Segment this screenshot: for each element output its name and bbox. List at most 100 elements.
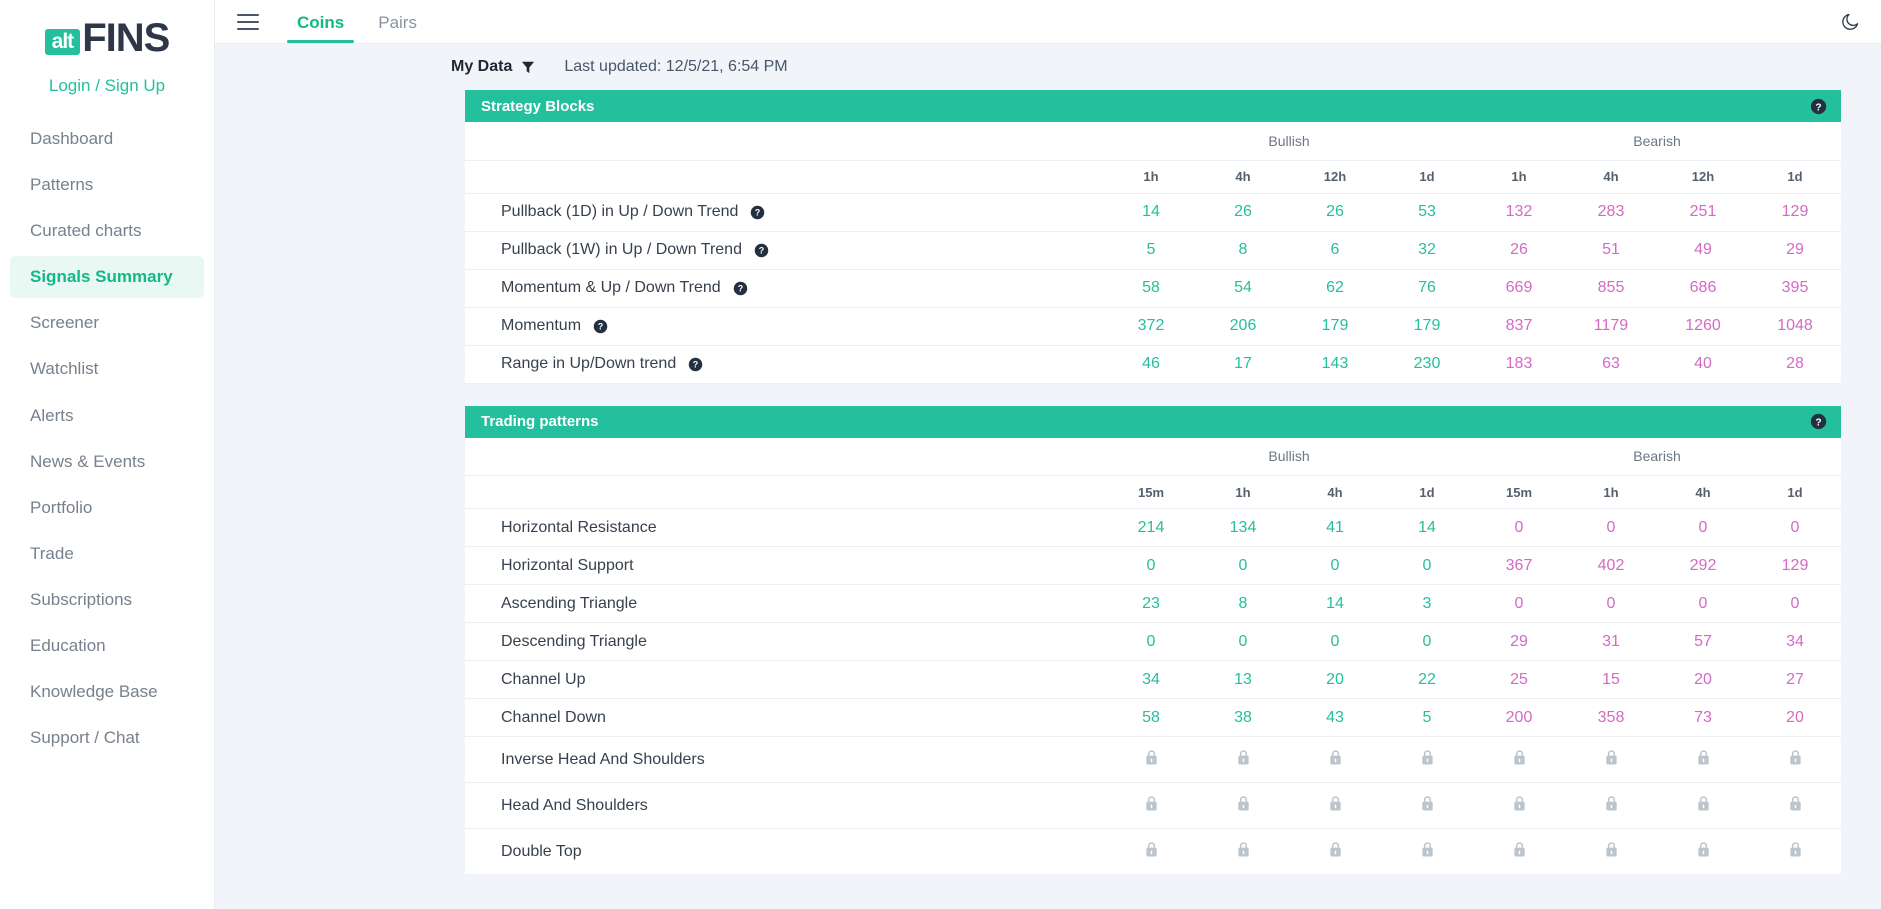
sidebar-item-portfolio[interactable]: Portfolio xyxy=(10,487,204,529)
sidebar-item-news-events[interactable]: News & Events xyxy=(10,441,204,483)
bullish-value-cell[interactable]: 0 xyxy=(1381,623,1473,661)
tab-coins[interactable]: Coins xyxy=(287,2,355,43)
bullish-value-cell[interactable]: 38 xyxy=(1197,699,1289,737)
bearish-value-cell[interactable]: 15 xyxy=(1565,661,1657,699)
sidebar-item-screener[interactable]: Screener xyxy=(10,302,204,344)
bearish-value-cell[interactable]: 20 xyxy=(1749,699,1841,737)
bearish-value-cell[interactable]: 1048 xyxy=(1749,307,1841,345)
question-circle-icon[interactable]: ? xyxy=(750,205,765,220)
bullish-value-cell[interactable]: 76 xyxy=(1381,269,1473,307)
bearish-value-cell[interactable]: 251 xyxy=(1657,193,1749,231)
bullish-value-cell[interactable]: 0 xyxy=(1105,623,1197,661)
bearish-value-cell[interactable]: 0 xyxy=(1749,509,1841,547)
bearish-value-cell[interactable]: 402 xyxy=(1565,547,1657,585)
bullish-value-cell[interactable]: 5 xyxy=(1381,699,1473,737)
bullish-value-cell[interactable]: 14 xyxy=(1289,585,1381,623)
bullish-value-cell[interactable]: 214 xyxy=(1105,509,1197,547)
bearish-value-cell[interactable]: 29 xyxy=(1473,623,1565,661)
bullish-value-cell[interactable]: 23 xyxy=(1105,585,1197,623)
bearish-value-cell[interactable]: 1179 xyxy=(1565,307,1657,345)
sidebar-item-patterns[interactable]: Patterns xyxy=(10,164,204,206)
bullish-value-cell[interactable]: 41 xyxy=(1289,509,1381,547)
bearish-value-cell[interactable]: 73 xyxy=(1657,699,1749,737)
bullish-value-cell[interactable]: 62 xyxy=(1289,269,1381,307)
bearish-value-cell[interactable]: 132 xyxy=(1473,193,1565,231)
bearish-value-cell[interactable]: 200 xyxy=(1473,699,1565,737)
bullish-value-cell[interactable]: 0 xyxy=(1289,547,1381,585)
bullish-value-cell[interactable]: 0 xyxy=(1197,623,1289,661)
bullish-value-cell[interactable]: 6 xyxy=(1289,231,1381,269)
bearish-value-cell[interactable]: 0 xyxy=(1473,509,1565,547)
bullish-value-cell[interactable]: 34 xyxy=(1105,661,1197,699)
bullish-value-cell[interactable]: 143 xyxy=(1289,345,1381,383)
bearish-value-cell[interactable]: 0 xyxy=(1657,585,1749,623)
bearish-value-cell[interactable]: 51 xyxy=(1565,231,1657,269)
bullish-value-cell[interactable]: 43 xyxy=(1289,699,1381,737)
bearish-value-cell[interactable]: 57 xyxy=(1657,623,1749,661)
bullish-value-cell[interactable]: 134 xyxy=(1197,509,1289,547)
bullish-value-cell[interactable]: 8 xyxy=(1197,585,1289,623)
question-circle-icon[interactable]: ? xyxy=(688,357,703,372)
bullish-value-cell[interactable]: 179 xyxy=(1289,307,1381,345)
bullish-value-cell[interactable]: 32 xyxy=(1381,231,1473,269)
bearish-value-cell[interactable]: 283 xyxy=(1565,193,1657,231)
bearish-value-cell[interactable]: 358 xyxy=(1565,699,1657,737)
sidebar-item-knowledge-base[interactable]: Knowledge Base xyxy=(10,671,204,713)
bearish-value-cell[interactable]: 27 xyxy=(1749,661,1841,699)
bullish-value-cell[interactable]: 54 xyxy=(1197,269,1289,307)
question-circle-icon[interactable]: ? xyxy=(754,243,769,258)
bearish-value-cell[interactable]: 395 xyxy=(1749,269,1841,307)
bullish-value-cell[interactable]: 58 xyxy=(1105,699,1197,737)
bearish-value-cell[interactable]: 0 xyxy=(1565,585,1657,623)
bullish-value-cell[interactable]: 17 xyxy=(1197,345,1289,383)
bullish-value-cell[interactable]: 206 xyxy=(1197,307,1289,345)
bullish-value-cell[interactable]: 372 xyxy=(1105,307,1197,345)
bearish-value-cell[interactable]: 40 xyxy=(1657,345,1749,383)
bearish-value-cell[interactable]: 292 xyxy=(1657,547,1749,585)
bullish-value-cell[interactable]: 58 xyxy=(1105,269,1197,307)
bearish-value-cell[interactable]: 49 xyxy=(1657,231,1749,269)
bearish-value-cell[interactable]: 129 xyxy=(1749,547,1841,585)
bearish-value-cell[interactable]: 0 xyxy=(1473,585,1565,623)
bullish-value-cell[interactable]: 0 xyxy=(1381,547,1473,585)
bullish-value-cell[interactable]: 22 xyxy=(1381,661,1473,699)
bearish-value-cell[interactable]: 1260 xyxy=(1657,307,1749,345)
my-data-filter-button[interactable]: My Data xyxy=(451,58,535,76)
moon-icon[interactable] xyxy=(1840,11,1861,32)
bearish-value-cell[interactable]: 0 xyxy=(1749,585,1841,623)
bearish-value-cell[interactable]: 0 xyxy=(1657,509,1749,547)
bullish-value-cell[interactable]: 0 xyxy=(1289,623,1381,661)
hamburger-icon[interactable] xyxy=(237,13,259,30)
bearish-value-cell[interactable]: 367 xyxy=(1473,547,1565,585)
sidebar-item-subscriptions[interactable]: Subscriptions xyxy=(10,579,204,621)
bearish-value-cell[interactable]: 31 xyxy=(1565,623,1657,661)
sidebar-item-watchlist[interactable]: Watchlist xyxy=(10,348,204,390)
bullish-value-cell[interactable]: 26 xyxy=(1197,193,1289,231)
bullish-value-cell[interactable]: 26 xyxy=(1289,193,1381,231)
login-signup-link[interactable]: Login / Sign Up xyxy=(0,62,214,116)
bullish-value-cell[interactable]: 46 xyxy=(1105,345,1197,383)
bullish-value-cell[interactable]: 13 xyxy=(1197,661,1289,699)
bearish-value-cell[interactable]: 25 xyxy=(1473,661,1565,699)
bearish-value-cell[interactable]: 26 xyxy=(1473,231,1565,269)
bearish-value-cell[interactable]: 29 xyxy=(1749,231,1841,269)
bearish-value-cell[interactable]: 0 xyxy=(1565,509,1657,547)
bullish-value-cell[interactable]: 14 xyxy=(1105,193,1197,231)
sidebar-item-signals-summary[interactable]: Signals Summary xyxy=(10,256,204,299)
bearish-value-cell[interactable]: 34 xyxy=(1749,623,1841,661)
bearish-value-cell[interactable]: 129 xyxy=(1749,193,1841,231)
sidebar-item-support-chat[interactable]: Support / Chat xyxy=(10,717,204,759)
question-circle-icon[interactable]: ? xyxy=(733,281,748,296)
bearish-value-cell[interactable]: 669 xyxy=(1473,269,1565,307)
bearish-value-cell[interactable]: 63 xyxy=(1565,345,1657,383)
sidebar-item-trade[interactable]: Trade xyxy=(10,533,204,575)
bullish-value-cell[interactable]: 0 xyxy=(1105,547,1197,585)
bullish-value-cell[interactable]: 0 xyxy=(1197,547,1289,585)
bearish-value-cell[interactable]: 686 xyxy=(1657,269,1749,307)
bullish-value-cell[interactable]: 8 xyxy=(1197,231,1289,269)
bearish-value-cell[interactable]: 855 xyxy=(1565,269,1657,307)
bullish-value-cell[interactable]: 20 xyxy=(1289,661,1381,699)
bullish-value-cell[interactable]: 179 xyxy=(1381,307,1473,345)
bearish-value-cell[interactable]: 20 xyxy=(1657,661,1749,699)
bullish-value-cell[interactable]: 5 xyxy=(1105,231,1197,269)
